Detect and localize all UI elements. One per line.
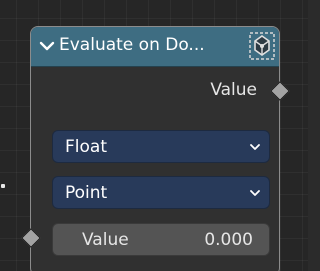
value-number-field[interactable]: Value 0.000 bbox=[52, 223, 270, 256]
chevron-down-icon[interactable] bbox=[38, 37, 56, 55]
data-type-value: Float bbox=[65, 137, 107, 157]
node-group-icon[interactable] bbox=[249, 32, 275, 60]
value-field-label: Value bbox=[82, 230, 129, 250]
output-socket-label: Value bbox=[210, 80, 257, 100]
data-type-dropdown[interactable]: Float bbox=[52, 130, 270, 163]
reroute-dot bbox=[1, 184, 5, 188]
node-title: Evaluate on Do... bbox=[59, 35, 205, 55]
input-socket[interactable] bbox=[21, 228, 41, 248]
node-header[interactable]: Evaluate on Do... bbox=[31, 27, 279, 67]
output-socket[interactable] bbox=[270, 81, 290, 101]
domain-dropdown[interactable]: Point bbox=[52, 176, 270, 209]
chevron-down-icon bbox=[250, 190, 260, 196]
domain-value: Point bbox=[65, 183, 108, 203]
node-editor-canvas[interactable]: Evaluate on Do... Value Float Point Valu… bbox=[0, 0, 308, 271]
evaluate-on-domain-node[interactable]: Evaluate on Do... Value Float Point Valu… bbox=[21, 26, 290, 271]
value-field-number: 0.000 bbox=[204, 230, 253, 250]
chevron-down-icon bbox=[250, 144, 260, 150]
